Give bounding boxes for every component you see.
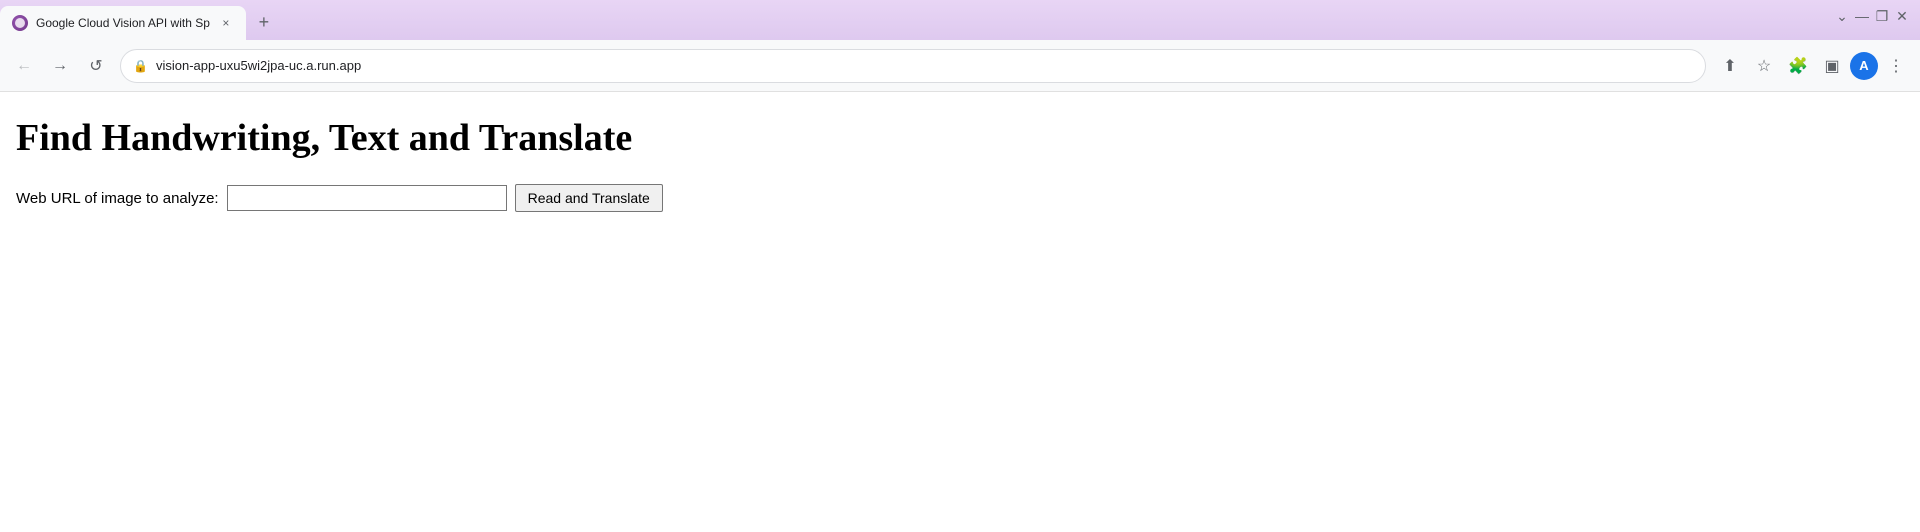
url-input[interactable] [227,185,507,211]
bookmark-icon: ☆ [1757,56,1771,76]
tab-title: Google Cloud Vision API with Sp [36,16,210,30]
page-content: Find Handwriting, Text and Translate Web… [0,92,1920,532]
profile-button[interactable]: A [1850,52,1878,80]
reload-icon: ↺ [89,56,102,76]
split-screen-button[interactable]: ▣ [1816,50,1848,82]
maximize-button[interactable]: ❐ [1874,8,1890,24]
forward-button[interactable]: → [44,50,76,82]
bookmark-button[interactable]: ☆ [1748,50,1780,82]
reload-button[interactable]: ↺ [80,50,112,82]
minimize-button[interactable]: — [1854,8,1870,24]
form-label: Web URL of image to analyze: [16,190,219,207]
extensions-button[interactable]: 🧩 [1782,50,1814,82]
address-input-wrapper[interactable]: 🔒 vision-app-uxu5wi2jpa-uc.a.run.app [120,49,1706,83]
read-translate-button[interactable]: Read and Translate [515,184,663,212]
address-url: vision-app-uxu5wi2jpa-uc.a.run.app [156,58,1693,73]
close-window-button[interactable]: ✕ [1894,8,1910,24]
tab-close-button[interactable]: × [218,15,234,31]
dropdown-icon[interactable]: ⌄ [1834,8,1850,24]
address-bar-actions: ⬆ ☆ 🧩 ▣ A ⋮ [1714,50,1912,82]
window-controls: ⌄ — ❐ ✕ [1834,8,1910,24]
tab-favicon-icon [12,15,28,31]
address-bar: ← → ↺ 🔒 vision-app-uxu5wi2jpa-uc.a.run.a… [0,40,1920,92]
form-row: Web URL of image to analyze: Read and Tr… [16,184,1904,212]
share-button[interactable]: ⬆ [1714,50,1746,82]
back-button[interactable]: ← [8,50,40,82]
split-screen-icon: ▣ [1824,56,1839,76]
extensions-icon: 🧩 [1788,56,1808,76]
lock-icon: 🔒 [133,59,148,73]
menu-button[interactable]: ⋮ [1880,50,1912,82]
tab-bar: Google Cloud Vision API with Sp × + ⌄ — … [0,0,1920,40]
share-icon: ⬆ [1723,56,1736,76]
forward-icon: → [52,57,68,75]
menu-icon: ⋮ [1888,56,1904,76]
active-tab[interactable]: Google Cloud Vision API with Sp × [0,6,246,40]
back-icon: ← [16,57,32,75]
new-tab-button[interactable]: + [250,8,278,36]
browser-window: Google Cloud Vision API with Sp × + ⌄ — … [0,0,1920,532]
page-title: Find Handwriting, Text and Translate [16,116,1904,160]
